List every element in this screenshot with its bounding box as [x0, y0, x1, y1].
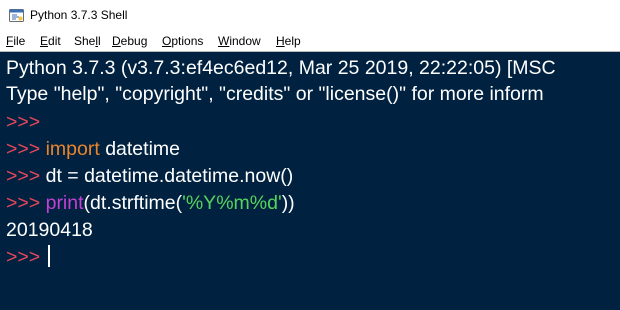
- title-bar[interactable]: Python 3.7.3 Shell: [0, 0, 620, 31]
- window-title: Python 3.7.3 Shell: [30, 8, 128, 22]
- shell-output: 20190418: [6, 219, 93, 241]
- shell-line-assign: >>> dt = datetime.datetime.now(): [6, 165, 294, 187]
- shell-line-import: >>> import datetime: [6, 138, 180, 160]
- banner-line-version: Python 3.7.3 (v3.7.3:ef4ec6ed12, Mar 25 …: [6, 57, 556, 79]
- menu-debug[interactable]: Debug: [112, 34, 147, 48]
- python-idle-icon: [9, 9, 24, 22]
- shell-line-active-prompt[interactable]: >>>: [6, 244, 50, 270]
- menu-edit[interactable]: Edit: [40, 34, 61, 48]
- menu-window[interactable]: Window: [218, 34, 261, 48]
- shell-line-empty-prompt: >>>: [6, 111, 46, 133]
- shell-line-print: >>> print(dt.strftime('%Y%m%d')): [6, 192, 295, 214]
- menu-bar: File Edit Shell Debug Options Window Hel…: [0, 31, 620, 51]
- menu-shell[interactable]: Shell: [74, 34, 101, 48]
- banner-line-help: Type "help", "copyright", "credits" or "…: [6, 83, 544, 105]
- shell-text-area[interactable]: Python 3.7.3 (v3.7.3:ef4ec6ed12, Mar 25 …: [0, 51, 620, 310]
- menu-options[interactable]: Options: [162, 34, 203, 48]
- text-cursor: [47, 245, 50, 267]
- menu-file[interactable]: File: [6, 34, 25, 48]
- menu-help[interactable]: Help: [276, 34, 301, 48]
